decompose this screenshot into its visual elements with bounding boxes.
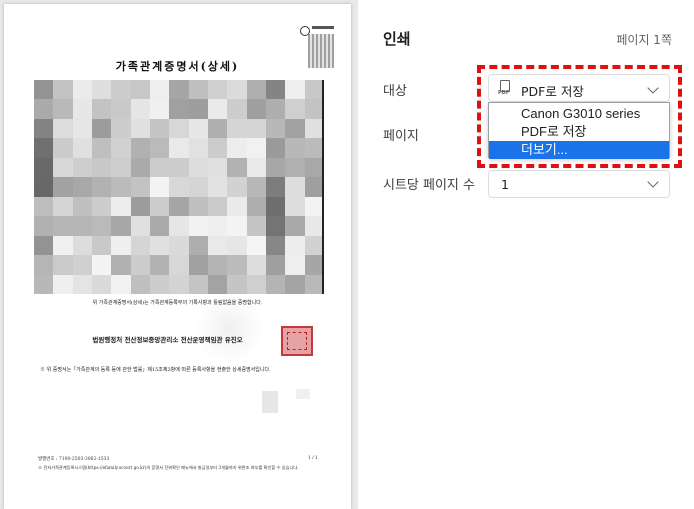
issue-number: 발행번호 : 7100-2503-3062-1533 bbox=[38, 457, 110, 462]
chevron-down-icon bbox=[647, 82, 659, 94]
document-footer: ※ 전자가족관계등록시스템(https://efamily.scourt.go.… bbox=[38, 465, 299, 470]
destination-label: 대상 bbox=[383, 84, 407, 99]
destination-dropdown: Canon G3010 series PDF로 저장 더보기... bbox=[488, 102, 670, 159]
pages-per-sheet-value: 1 bbox=[501, 177, 509, 192]
print-settings-panel: 인쇄 페이지 1쪽 대상 PDF PDF로 저장 페이지 시트당 페이지 수 1… bbox=[358, 0, 694, 509]
page-number: 1 / 1 bbox=[307, 456, 318, 461]
redacted-content bbox=[34, 80, 325, 295]
redacted-blocks bbox=[262, 389, 322, 419]
pages-per-sheet-select[interactable]: 1 bbox=[488, 170, 670, 198]
destination-select[interactable]: PDF PDF로 저장 bbox=[488, 74, 670, 102]
dropdown-option-more[interactable]: 더보기... bbox=[489, 141, 669, 159]
pdf-file-icon: PDF bbox=[498, 80, 513, 97]
document-note: 위 가족관계증명서(상세)는 가족관계등록부의 기록사항과 틀림없음을 증명합니… bbox=[92, 300, 263, 306]
pages-label: 페이지 bbox=[383, 129, 419, 144]
watermark bbox=[194, 294, 264, 364]
dropdown-option-canon[interactable]: Canon G3010 series bbox=[489, 105, 669, 123]
pages-per-sheet-label: 시트당 페이지 수 bbox=[383, 178, 475, 193]
document-title: 가족관계증명서(상세) bbox=[115, 60, 240, 73]
print-preview-area: 가족관계증명서(상세) 위 가족관계증명서(상세)는 가족관계등록부의 기록사항… bbox=[0, 0, 358, 509]
page-count: 페이지 1쪽 bbox=[616, 33, 672, 47]
dropdown-option-save-pdf[interactable]: PDF로 저장 bbox=[489, 123, 669, 141]
destination-value: PDF로 저장 bbox=[521, 84, 584, 99]
panel-title: 인쇄 bbox=[383, 30, 411, 48]
chevron-down-icon bbox=[647, 176, 659, 188]
issue-number-row: 발행번호 : 7100-2503-3062-1533 1 / 1 bbox=[38, 456, 318, 462]
official-stamp bbox=[281, 326, 313, 356]
document-body: ※ 위 증명서는「가족관계의 등록 등에 관한 법률」제15조제3항에 따른 등… bbox=[40, 367, 271, 373]
document-page: 가족관계증명서(상세) 위 가족관계증명서(상세)는 가족관계등록부의 기록사항… bbox=[4, 4, 351, 509]
